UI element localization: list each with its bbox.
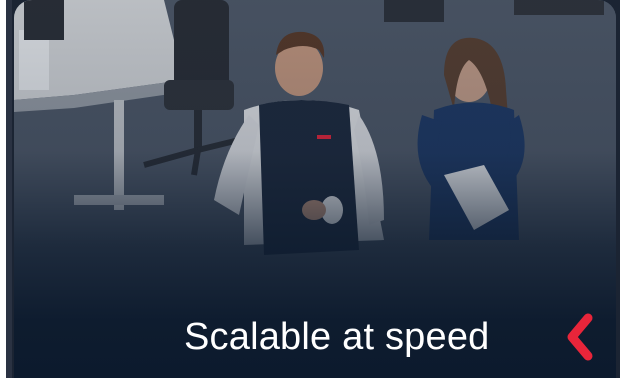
feature-card[interactable]: Scalable at speed <box>14 0 616 378</box>
adjacent-card-edge <box>0 0 12 378</box>
carousel-stage: Scalable at speed <box>0 0 620 378</box>
card-caption: Scalable at speed <box>184 316 490 358</box>
chevron-left-icon[interactable] <box>562 311 598 363</box>
